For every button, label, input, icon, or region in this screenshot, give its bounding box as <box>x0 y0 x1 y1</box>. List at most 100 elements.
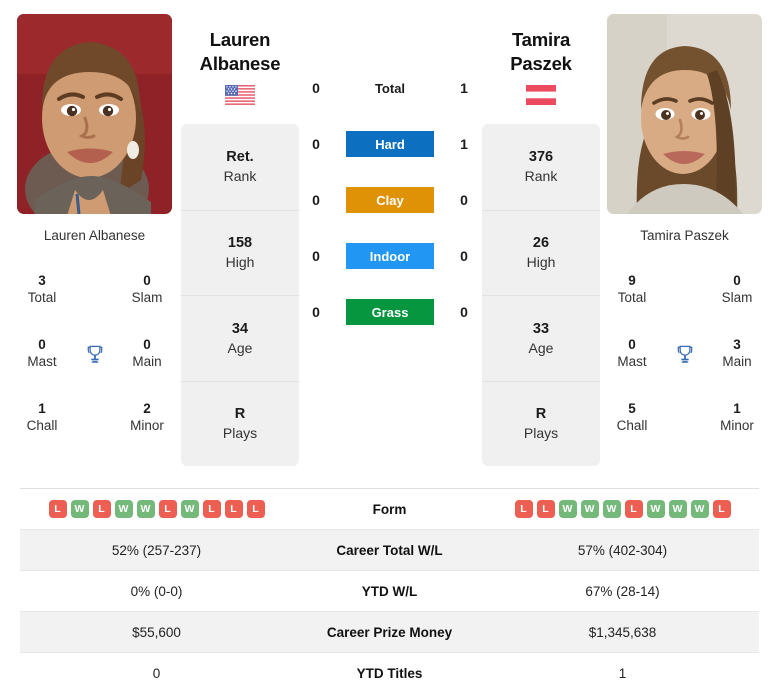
right-career-total-wl: 57% (402-304) <box>486 529 759 571</box>
form-badge: L <box>712 500 731 518</box>
h2h-indoor-row: 0 Indoor 0 <box>305 228 475 284</box>
right-age-cell: 33 Age <box>482 295 600 381</box>
right-player-photo[interactable] <box>607 14 762 214</box>
flag-usa-icon <box>165 85 315 106</box>
trophy-icon <box>670 343 700 365</box>
form-badge: W <box>690 500 709 518</box>
left-titles-panel: 3 Total 0 Slam 0 Mast 0 Main 1 Chall 2 M… <box>17 258 172 450</box>
left-titles-row-3: 1 Chall 2 Minor <box>17 386 172 450</box>
left-total-titles: 3 Total <box>27 273 57 306</box>
table-row: 0 YTD Titles 1 <box>20 652 759 694</box>
right-player-first-name: Tamira <box>511 29 571 50</box>
left-form-strip: L W L W W L W L L L <box>20 500 293 518</box>
form-badge: W <box>646 500 665 518</box>
left-form-cell: L W L W W L W L L L <box>20 488 293 530</box>
form-badge: W <box>580 500 599 518</box>
form-badge: L <box>48 500 67 518</box>
flag-austria-icon <box>466 85 616 106</box>
h2h-total-left-score: 0 <box>312 80 320 96</box>
stat-label-career-total-wl: Career Total W/L <box>293 529 486 571</box>
table-row: $55,600 Career Prize Money $1,345,638 <box>20 611 759 653</box>
right-minor-titles: 1 Minor <box>720 401 754 434</box>
right-career-prize-money: $1,345,638 <box>486 611 759 653</box>
surface-badge-grass[interactable]: Grass <box>346 299 434 325</box>
h2h-hard-left-score: 0 <box>312 136 320 152</box>
right-high-cell: 26 High <box>482 209 600 296</box>
surface-badge-indoor[interactable]: Indoor <box>346 243 434 269</box>
h2h-total-right-score: 1 <box>460 80 468 96</box>
h2h-grass-left-score: 0 <box>312 304 320 320</box>
h2h-total-row: 0 Total 1 <box>305 60 475 116</box>
form-badge: L <box>624 500 643 518</box>
right-ytd-wl: 67% (28-14) <box>486 570 759 612</box>
right-rank-cell: 376 Rank <box>524 149 558 185</box>
right-plays-cell: R Plays <box>482 380 600 467</box>
h2h-hard-row: 0 Hard 1 <box>305 116 475 172</box>
left-main-titles: 0 Main <box>132 337 162 370</box>
left-player-photo-name: Lauren Albanese <box>43 228 146 243</box>
form-badge: L <box>224 500 243 518</box>
right-slam-titles: 0 Slam <box>721 273 753 306</box>
form-badge: L <box>92 500 111 518</box>
left-mast-titles: 0 Mast <box>27 337 57 370</box>
left-player-name-block: Lauren Albanese <box>165 28 315 106</box>
stat-label-ytd-titles: YTD Titles <box>293 652 486 694</box>
comparison-stats-table: L W L W W L W L L L Form L L W W W L W W… <box>20 488 759 694</box>
right-form-cell: L L W W W L W W W L <box>486 488 759 530</box>
right-form-strip: L L W W W L W W W L <box>486 500 759 518</box>
right-player-name-block: Tamira Paszek <box>466 28 616 106</box>
head-to-head-panel: 0 Total 1 0 Hard 1 0 Clay 0 0 Indoor 0 0… <box>305 60 475 340</box>
right-titles-panel: 9 Total 0 Slam 0 Mast 3 Main 5 Chall 1 M… <box>607 258 762 450</box>
right-player-photo-name: Tamira Paszek <box>640 228 729 243</box>
left-player-info-card: Ret. Rank 158 High 34 Age R Plays <box>181 124 299 466</box>
left-player-photo[interactable] <box>17 14 172 214</box>
surface-badge-hard[interactable]: Hard <box>346 131 434 157</box>
h2h-grass-row: 0 Grass 0 <box>305 284 475 340</box>
right-ytd-titles: 1 <box>486 652 759 694</box>
left-player-last-name: Albanese <box>199 52 281 74</box>
h2h-indoor-right-score: 0 <box>460 248 468 264</box>
form-badge: W <box>668 500 687 518</box>
h2h-hard-right-score: 1 <box>460 136 468 152</box>
form-badge: L <box>246 500 265 518</box>
form-badge: L <box>514 500 533 518</box>
comparison-header: Lauren Albanese 3 Total 0 Slam 0 Mast 0 … <box>0 0 779 478</box>
stats-table-body: L W L W W L W L L L Form L L W W W L W W… <box>20 488 759 694</box>
left-titles-row-1: 3 Total 0 Slam <box>17 258 172 322</box>
table-row: 0% (0-0) YTD W/L 67% (28-14) <box>20 570 759 612</box>
form-badge: W <box>114 500 133 518</box>
stat-label-career-prize-money: Career Prize Money <box>293 611 486 653</box>
form-badge: L <box>202 500 221 518</box>
right-main-titles: 3 Main <box>722 337 752 370</box>
left-chall-titles: 1 Chall <box>26 401 58 434</box>
right-titles-row-1: 9 Total 0 Slam <box>607 258 762 322</box>
form-badge: L <box>536 500 555 518</box>
left-plays-cell: R Plays <box>181 380 299 467</box>
left-ytd-titles: 0 <box>20 652 293 694</box>
h2h-indoor-left-score: 0 <box>312 248 320 264</box>
right-total-titles: 9 Total <box>617 273 647 306</box>
surface-badge-clay[interactable]: Clay <box>346 187 434 213</box>
form-badge: L <box>158 500 177 518</box>
right-chall-titles: 5 Chall <box>616 401 648 434</box>
right-player-last-name: Paszek <box>510 52 572 74</box>
stat-label-ytd-wl: YTD W/L <box>293 570 486 612</box>
form-badge: W <box>70 500 89 518</box>
right-titles-row-2: 0 Mast 3 Main <box>607 322 762 386</box>
right-mast-titles: 0 Mast <box>617 337 647 370</box>
table-row: L W L W W L W L L L Form L L W W W L W W… <box>20 488 759 530</box>
form-badge: W <box>602 500 621 518</box>
left-minor-titles: 2 Minor <box>130 401 164 434</box>
h2h-total-label: Total <box>374 80 406 96</box>
h2h-clay-left-score: 0 <box>312 192 320 208</box>
left-ytd-wl: 0% (0-0) <box>20 570 293 612</box>
left-age-cell: 34 Age <box>181 295 299 381</box>
form-badge: W <box>558 500 577 518</box>
h2h-clay-right-score: 0 <box>460 192 468 208</box>
left-career-total-wl: 52% (257-237) <box>20 529 293 571</box>
right-player-column: Tamira Paszek 9 Total 0 Slam 0 Mast 3 Ma… <box>607 14 762 450</box>
stat-label-form: Form <box>293 488 486 530</box>
left-slam-titles: 0 Slam <box>131 273 163 306</box>
left-player-column: Lauren Albanese 3 Total 0 Slam 0 Mast 0 … <box>17 14 172 450</box>
form-badge: W <box>180 500 199 518</box>
